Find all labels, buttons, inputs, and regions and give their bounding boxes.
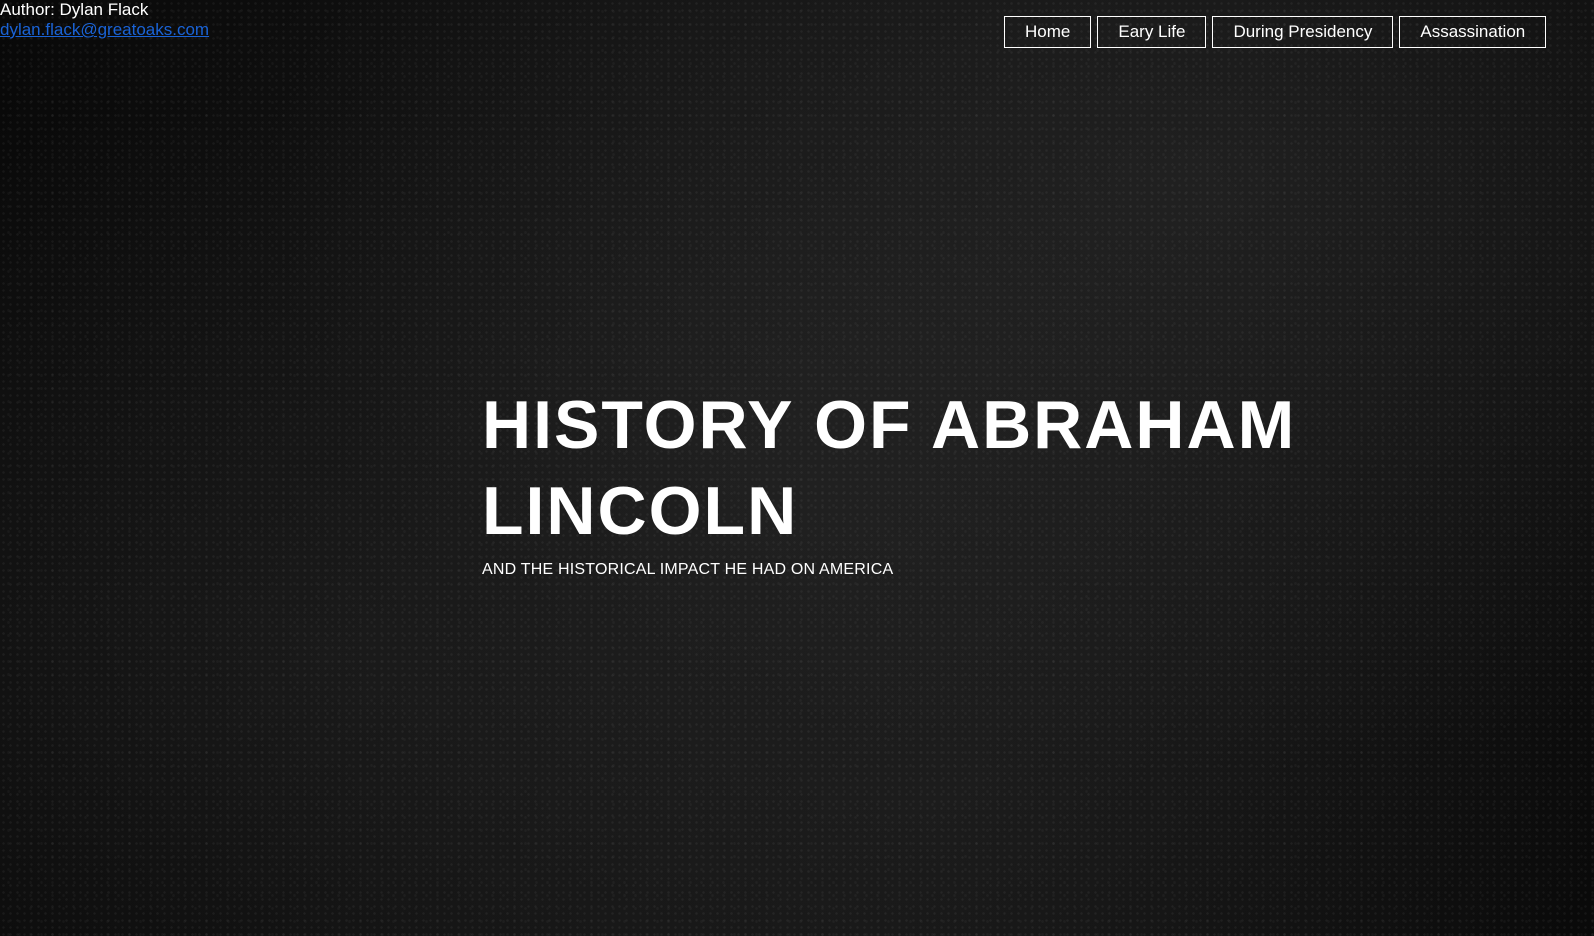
nav-assassination-button[interactable]: Assassination — [1399, 16, 1547, 48]
author-name: Author: Dylan Flack — [0, 0, 149, 19]
hero-section: HISTORY OF ABRAHAM LINCOLN AND THE HISTO… — [482, 382, 1302, 580]
author-block: Author: Dylan Flack dylan.flack@greatoak… — [0, 0, 209, 40]
author-email-link[interactable]: dylan.flack@greatoaks.com — [0, 20, 209, 40]
nav-during-presidency-button[interactable]: During Presidency — [1212, 16, 1394, 48]
nav-home-button[interactable]: Home — [1004, 16, 1092, 48]
nav-early-life-button[interactable]: Eary Life — [1097, 16, 1207, 48]
page-title: HISTORY OF ABRAHAM LINCOLN — [482, 387, 1297, 549]
page-subtitle: AND THE HISTORICAL IMPACT HE HAD ON AMER… — [482, 561, 894, 578]
top-nav: Home Eary Life During Presidency Assassi… — [1004, 16, 1547, 48]
